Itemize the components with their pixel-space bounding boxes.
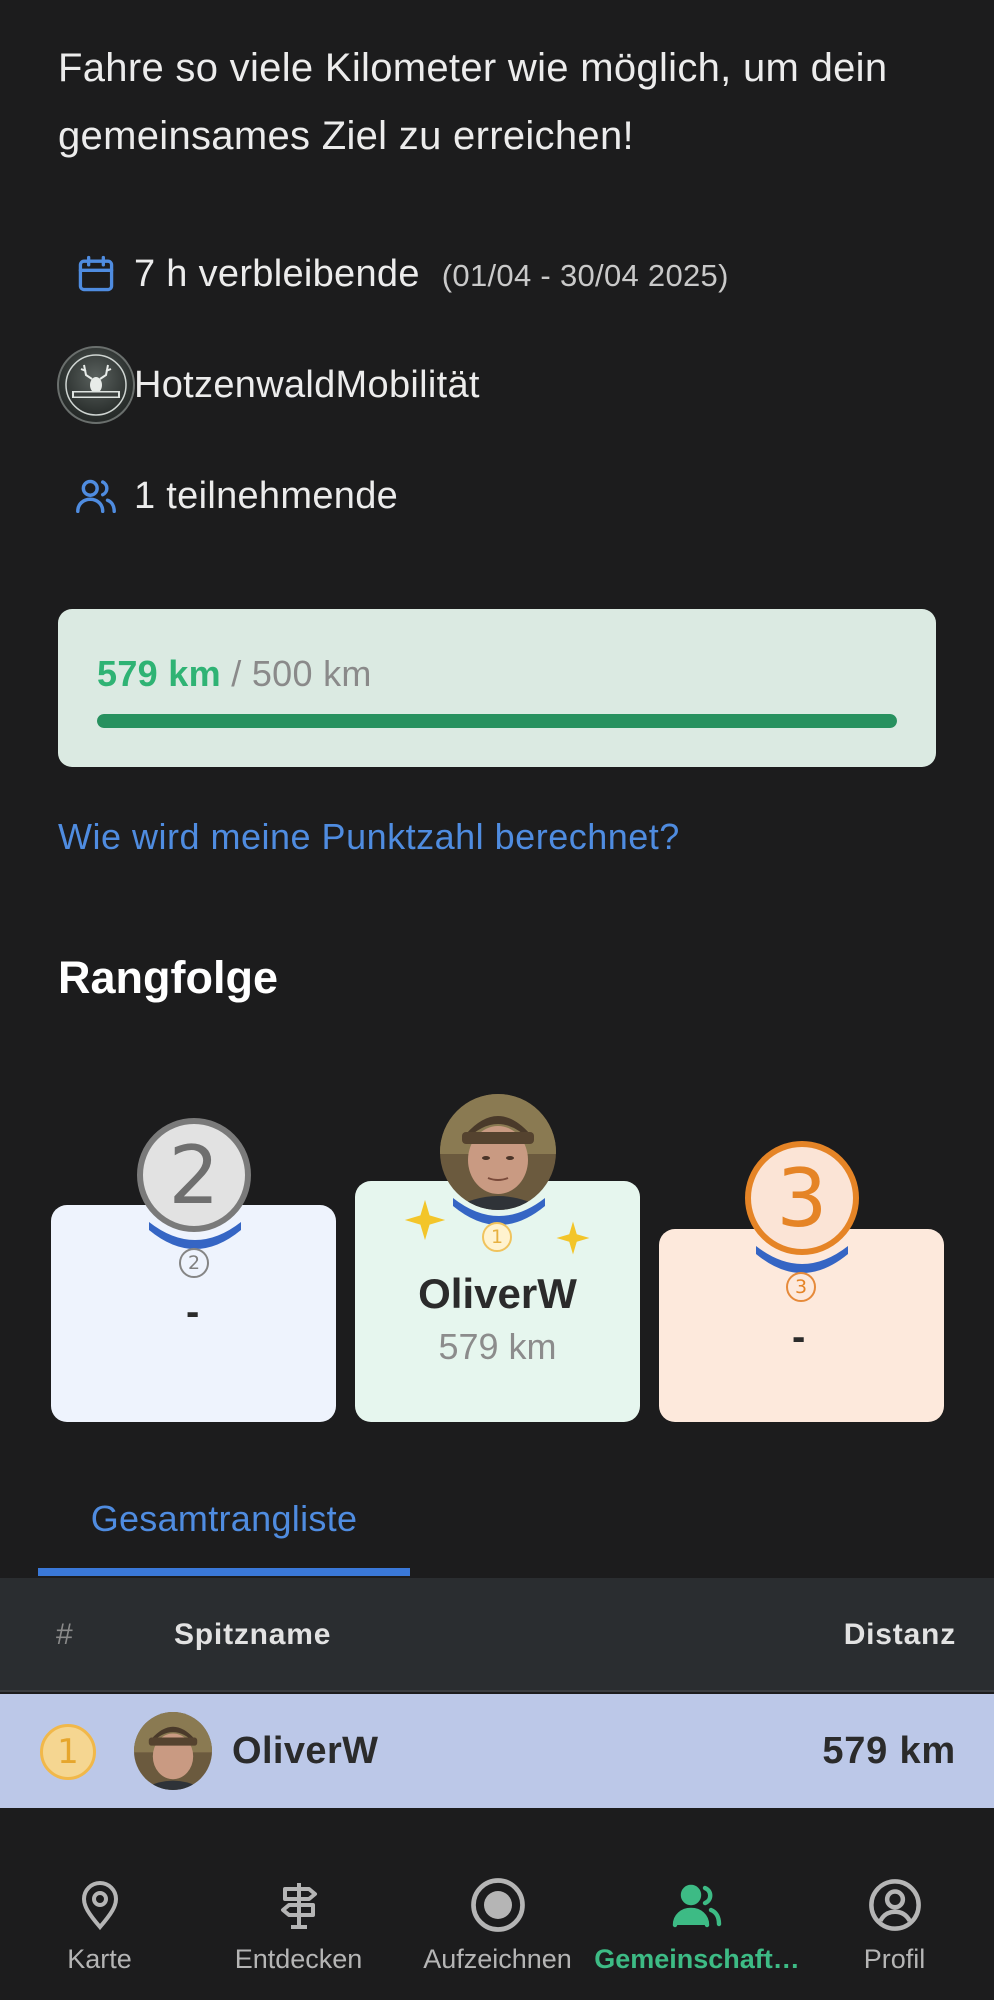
- calendar-icon: [56, 234, 136, 314]
- date-range: (01/04 - 30/04 2025): [441, 257, 729, 293]
- third-place-badge: 3: [745, 1141, 859, 1255]
- progress-separator: /: [231, 653, 242, 694]
- row-distance: 579 km: [822, 1730, 956, 1772]
- nav-label: Profil: [863, 1944, 926, 1974]
- table-row[interactable]: 1 OliverW 579 km: [0, 1694, 994, 1808]
- people-icon: [56, 456, 136, 536]
- profile-icon: [795, 1870, 994, 1940]
- progress-current: 579 km: [97, 653, 221, 694]
- row-nickname: OliverW: [232, 1730, 379, 1772]
- third-place-name: -: [792, 1315, 806, 1359]
- first-place-avatar[interactable]: [440, 1094, 556, 1210]
- challenge-description: Fahre so viele Kilometer wie möglich, um…: [58, 46, 888, 158]
- organizer-name[interactable]: HotzenwaldMobilität: [134, 364, 480, 407]
- challenge-page: Fahre so viele Kilometer wie möglich, um…: [0, 0, 994, 2000]
- goal-progress-card: 579 km / 500 km: [58, 609, 936, 767]
- nav-label: Gemeinschaft…: [594, 1944, 800, 1974]
- tab-overall-ranking[interactable]: Gesamtrangliste: [38, 1490, 410, 1578]
- column-rank: #: [56, 1618, 74, 1651]
- first-place-medal: 1: [482, 1222, 512, 1252]
- participant-count: 1 teilnehmende: [134, 474, 399, 517]
- nav-label: Karte: [67, 1944, 132, 1974]
- column-distance: Distanz: [843, 1618, 956, 1651]
- time-remaining-row: 7 h verbleibende (01/04 - 30/04 2025): [56, 234, 728, 314]
- participants-row: 1 teilnehmende: [56, 456, 398, 536]
- nav-label: Entdecken: [234, 1944, 363, 1974]
- nav-item-profile[interactable]: Profil: [795, 1870, 994, 1975]
- nav-item-community[interactable]: Gemeinschaft…: [590, 1870, 804, 1975]
- second-place-badge: 2: [137, 1118, 251, 1232]
- community-icon: [590, 1870, 804, 1940]
- third-place-medal: 3: [786, 1272, 816, 1302]
- bottom-navigation: Karte Entdecken Aufzeichnen Gemeinschaft…: [0, 1810, 994, 2000]
- ranking-title: Rangfolge: [58, 952, 278, 1003]
- leaderboard-header: # Spitzname Distanz: [0, 1578, 994, 1692]
- map-pin-icon: [0, 1870, 199, 1940]
- signpost-icon: [199, 1870, 398, 1940]
- column-nickname: Spitzname: [174, 1618, 332, 1651]
- record-icon: [398, 1870, 597, 1940]
- sparkle-right-icon: [556, 1221, 590, 1255]
- score-help-link[interactable]: Wie wird meine Punktzahl berechnet?: [58, 816, 680, 858]
- organizer-avatar[interactable]: [57, 346, 135, 424]
- avatar: [134, 1712, 212, 1790]
- organizer-row[interactable]: HotzenwaldMobilität: [57, 345, 479, 425]
- time-remaining: 7 h verbleibende: [134, 252, 420, 295]
- second-place-name: -: [186, 1290, 200, 1334]
- first-place-name: OliverW: [418, 1270, 577, 1317]
- rank-medal-gold: 1: [40, 1724, 96, 1780]
- sparkle-left-icon: [404, 1199, 446, 1241]
- nav-item-record[interactable]: Aufzeichnen: [398, 1870, 597, 1975]
- progress-bar-fill: [97, 714, 897, 728]
- tab-active-indicator: [38, 1568, 410, 1576]
- first-place-distance: 579 km: [438, 1326, 557, 1367]
- nav-item-map[interactable]: Karte: [0, 1870, 199, 1975]
- progress-goal: 500 km: [251, 653, 372, 694]
- nav-label: Aufzeichnen: [423, 1944, 572, 1974]
- second-place-medal: 2: [179, 1248, 209, 1278]
- nav-item-discover[interactable]: Entdecken: [199, 1870, 398, 1975]
- progress-bar: [97, 714, 897, 728]
